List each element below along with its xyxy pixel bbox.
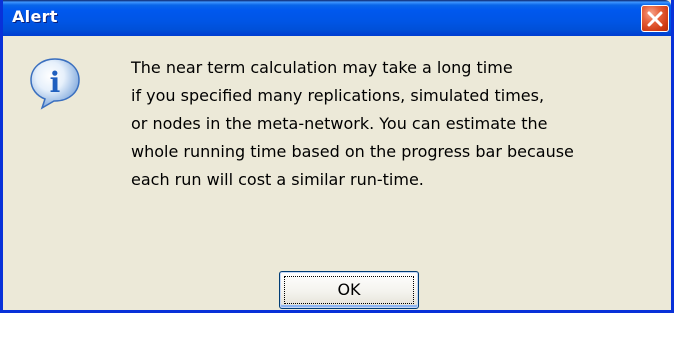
message-line: whole running time based on the progress… [131,142,574,161]
info-icon: i [30,58,80,110]
ok-button[interactable]: OK [279,271,419,309]
page: Alert i The near term calculation may ta [0,0,674,341]
info-glyph: i [50,66,61,99]
title-bar[interactable]: Alert [3,0,671,36]
message-line: or nodes in the meta-network. You can es… [131,114,548,133]
message-text: The near term calculation may take a lon… [131,54,574,194]
close-icon [647,11,663,27]
window-title: Alert [12,7,58,26]
close-button[interactable] [641,5,669,32]
alert-dialog: Alert i The near term calculation may ta [0,0,674,313]
message-line: if you specified many replications, simu… [131,86,545,105]
ok-button-label: OK [337,280,361,299]
message-line: each run will cost a similar run-time. [131,170,424,189]
message-line: The near term calculation may take a lon… [131,58,513,77]
